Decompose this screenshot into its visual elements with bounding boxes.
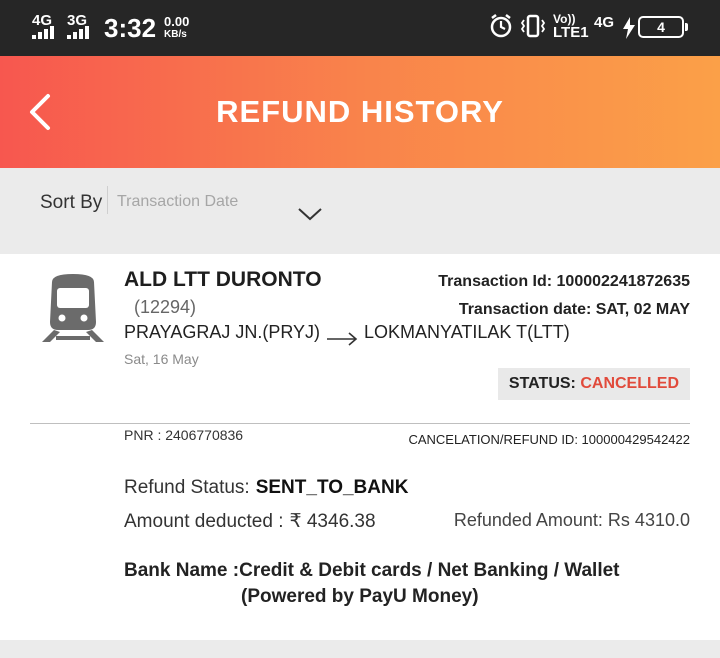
signal-icon — [67, 26, 89, 39]
route: PRAYAGRAJ JN.(PRYJ) LOKMANYATILAK T(LTT) — [124, 322, 570, 346]
volte-bottom: LTE1 — [553, 24, 589, 41]
page-title: REFUND HISTORY — [216, 94, 504, 129]
speed-value: 0.00 — [164, 14, 190, 29]
network-type-3: 4G — [594, 14, 615, 31]
volte-indicator: Vo)) LTE1 — [553, 12, 589, 40]
pnr: PNR : 2406770836 — [124, 427, 244, 443]
refund-card[interactable]: ALD LTT DURONTO (12294) PRAYAGRAJ JN.(PR… — [0, 254, 720, 640]
app-header: REFUND HISTORY — [0, 56, 720, 168]
refund-status-label: Refund Status: — [124, 477, 250, 498]
transaction-date: Transaction date: SAT, 02 MAY — [458, 301, 690, 318]
sort-divider — [107, 186, 108, 214]
sort-selected-value: Transaction Date — [117, 193, 239, 210]
alarm-icon — [490, 14, 512, 38]
sort-bar: Sort By Transaction Date — [0, 168, 720, 254]
bank-powered-by: (Powered by PayU Money) — [241, 586, 479, 607]
speed-unit: KB/s — [164, 29, 187, 40]
arrow-right-icon — [327, 331, 358, 346]
bank-name: Bank Name :Credit & Debit cards / Net Ba… — [124, 560, 620, 581]
status-badge: STATUS: CANCELLED — [497, 368, 690, 400]
amount-deducted-label: Amount deducted : — [124, 511, 284, 532]
amount-deducted-value: ₹ 4346.38 — [289, 511, 376, 532]
from-station: PRAYAGRAJ JN.(PRYJ) — [124, 322, 321, 342]
refund-id: CANCELATION/REFUND ID: 100000429542422 — [408, 432, 690, 447]
train-icon — [42, 274, 104, 342]
sort-dropdown[interactable]: Transaction Date — [117, 184, 331, 232]
signal-icon — [32, 26, 54, 39]
status-bar: 4G 3G 3:32 0.00 KB/s Vo)) LTE1 4G 4 — [0, 0, 720, 56]
amount-deducted: Amount deducted : ₹ 4346.38 — [124, 510, 376, 533]
charging-icon — [623, 17, 635, 39]
train-number: (12294) — [134, 297, 197, 317]
clock: 3:32 — [104, 13, 157, 43]
journey-date: Sat, 16 May — [124, 351, 199, 367]
refund-status: Refund Status: SENT_TO_BANK — [124, 477, 408, 499]
divider — [30, 423, 690, 424]
network-speed: 0.00 KB/s — [164, 15, 189, 41]
chevron-down-icon — [298, 208, 322, 221]
refund-status-value: SENT_TO_BANK — [255, 477, 409, 498]
vibrate-icon — [520, 14, 546, 38]
battery-indicator: 4 — [638, 16, 688, 38]
status-label: STATUS: — [508, 375, 576, 392]
train-name: ALD LTT DURONTO — [124, 268, 322, 291]
refunded-amount: Refunded Amount: Rs 4310.0 — [453, 510, 690, 530]
sort-label: Sort By — [40, 192, 103, 213]
status-value: CANCELLED — [580, 375, 679, 392]
transaction-id: Transaction Id: 100002241872635 — [438, 273, 690, 290]
to-station: LOKMANYATILAK T(LTT) — [364, 322, 570, 342]
